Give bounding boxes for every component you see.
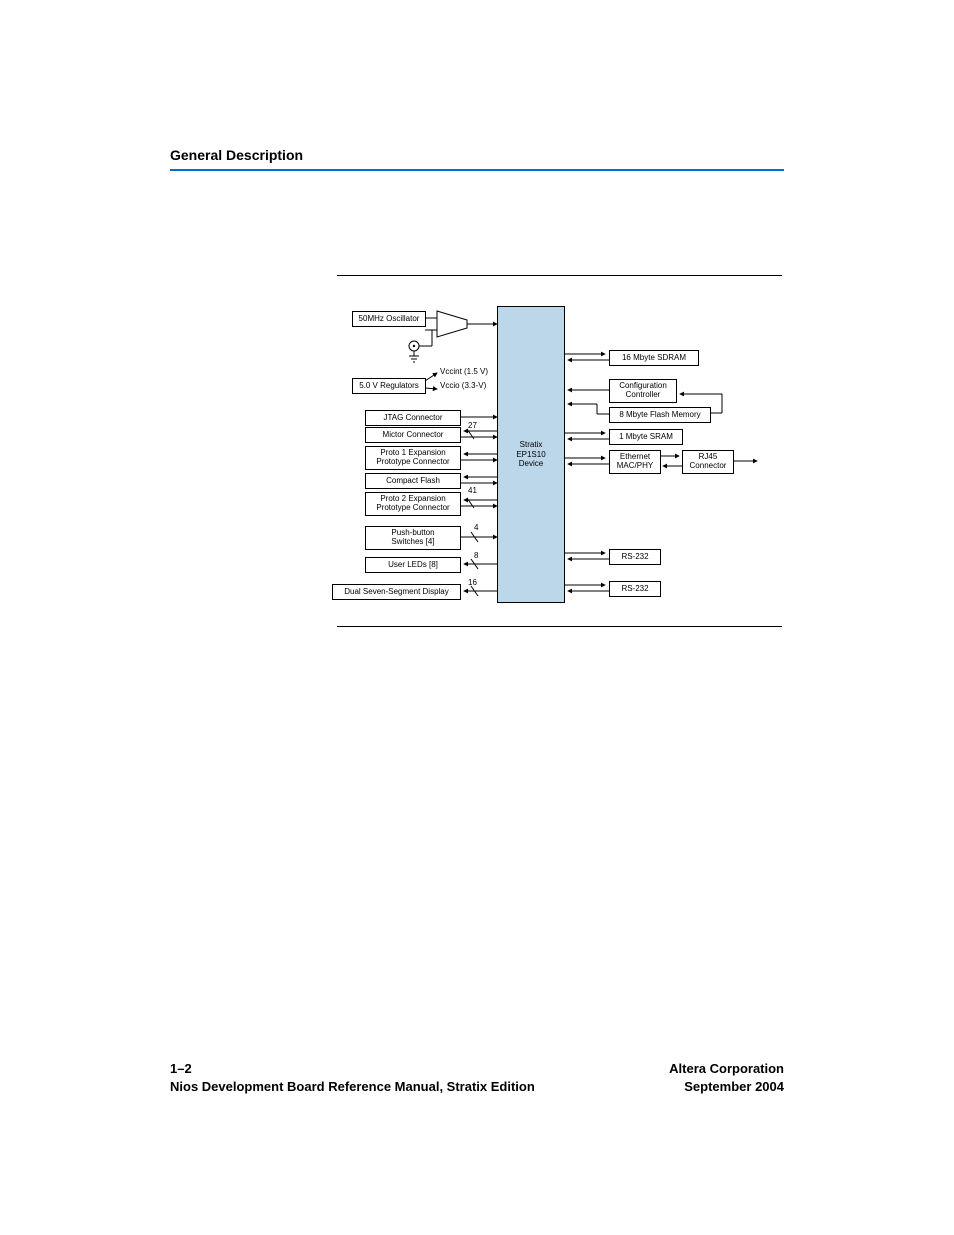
header-rule: [170, 169, 784, 171]
footer-right: Altera Corporation September 2004: [669, 1060, 784, 1095]
block-diagram: Stratix EP1S10 Device 50MHz Oscillator 5…: [337, 275, 782, 627]
footer-date: September 2004: [684, 1079, 784, 1094]
footer-left: 1–2 Nios Development Board Reference Man…: [170, 1060, 535, 1095]
page-header: General Description: [170, 147, 784, 171]
connectors-svg: [337, 276, 782, 626]
section-title: General Description: [170, 147, 784, 163]
footer-manual-title: Nios Development Board Reference Manual,…: [170, 1079, 535, 1094]
page-footer: 1–2 Nios Development Board Reference Man…: [170, 1060, 784, 1095]
footer-page-number: 1–2: [170, 1061, 192, 1076]
footer-company: Altera Corporation: [669, 1061, 784, 1076]
